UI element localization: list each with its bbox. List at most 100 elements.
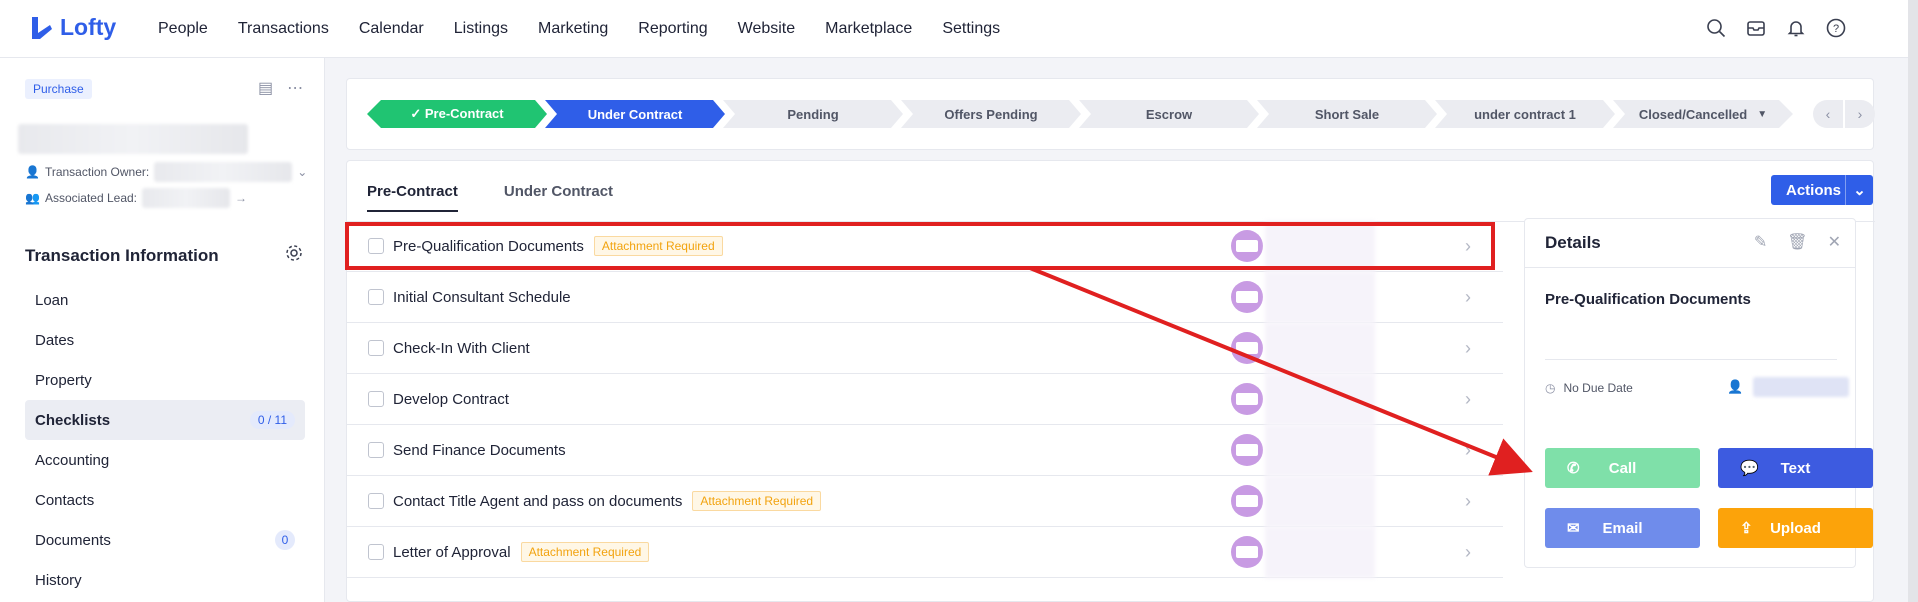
stage-under-contract-1[interactable]: under contract 1 [1435, 100, 1615, 128]
stage-under-contract[interactable]: Under Contract [545, 100, 725, 128]
chevron-down-icon[interactable]: ⌄ [297, 165, 307, 179]
chevron-right-icon[interactable]: › [1465, 491, 1471, 512]
tab-pre-contract[interactable]: Pre-Contract [367, 183, 458, 212]
help-icon[interactable]: ? [1824, 16, 1848, 40]
nav-item-website[interactable]: Website [738, 20, 796, 38]
details-title: Details [1545, 233, 1601, 252]
chevron-down-icon[interactable]: ⌄ [1845, 175, 1873, 205]
stage-pending[interactable]: Pending [723, 100, 903, 128]
avatar [1231, 383, 1263, 415]
nav-item-settings[interactable]: Settings [942, 20, 1000, 38]
upload-button[interactable]: ⇪ Upload [1718, 508, 1873, 548]
task-title: Initial Consultant Schedule [393, 288, 571, 306]
task-checkbox[interactable] [368, 391, 384, 407]
sidebar-item-contacts[interactable]: Contacts [25, 480, 305, 520]
sidebar-item-label: Property [35, 371, 92, 389]
stage-label: Closed/Cancelled [1638, 106, 1748, 122]
transaction-information-title: Transaction Information [25, 246, 219, 265]
table-row[interactable]: Send Finance Documents › [347, 425, 1503, 476]
task-title: Contact Title Agent and pass on document… [393, 492, 683, 510]
table-row[interactable]: Initial Consultant Schedule › [347, 272, 1503, 323]
lofty-logo-icon [32, 16, 52, 39]
nav-item-reporting[interactable]: Reporting [638, 20, 707, 38]
nav-item-people[interactable]: People [158, 20, 208, 38]
task-checkbox[interactable] [368, 493, 384, 509]
user-icon: 👤 [1727, 379, 1744, 394]
chevron-right-icon[interactable]: › [1465, 542, 1471, 563]
trash-icon[interactable]: 🗑 [1787, 232, 1807, 252]
chevron-right-icon[interactable]: › [1465, 338, 1471, 359]
gear-icon[interactable] [285, 244, 303, 267]
search-icon[interactable] [1704, 16, 1728, 40]
arrow-right-icon[interactable]: → [235, 191, 247, 205]
table-row[interactable]: Check-In With Client › [347, 323, 1503, 374]
sidebar-item-loan[interactable]: Loan [25, 280, 305, 320]
main-nav: People Transactions Calendar Listings Market… [158, 0, 1030, 58]
task-checkbox[interactable] [368, 442, 384, 458]
more-icon[interactable]: ⋯ [287, 78, 303, 98]
task-title-group: Develop Contract [393, 391, 509, 408]
task-checkbox[interactable] [368, 544, 384, 560]
avatar [1231, 332, 1263, 364]
svg-text:?: ? [1833, 23, 1839, 35]
chevron-left-icon[interactable]: ‹ [1813, 100, 1843, 128]
chevron-right-icon[interactable]: › [1465, 389, 1471, 410]
task-title: Send Finance Documents [393, 441, 566, 459]
sidebar-item-accounting[interactable]: Accounting [25, 440, 305, 480]
chevron-right-icon[interactable]: › [1465, 287, 1471, 308]
call-button[interactable]: ✆ Call [1545, 448, 1700, 488]
caret-down-icon[interactable]: ▼ [1757, 109, 1767, 120]
tab-under-contract[interactable]: Under Contract [504, 183, 613, 212]
stage-label: Pending [787, 106, 839, 122]
table-row[interactable]: Contact Title Agent and pass on document… [347, 476, 1503, 527]
text-label: Text [1780, 459, 1811, 477]
due-date[interactable]: ◷ No Due Date [1545, 381, 1633, 395]
stage-pre-contract[interactable]: ✓ Pre-Contract [367, 100, 547, 128]
assignee[interactable]: 👤 [1727, 377, 1850, 397]
email-button[interactable]: ✉ Email [1545, 508, 1700, 548]
task-title-group: Initial Consultant Schedule [393, 289, 571, 306]
nav-item-calendar[interactable]: Calendar [359, 20, 424, 38]
owner-value[interactable] [154, 162, 293, 182]
nav-item-transactions[interactable]: Transactions [238, 20, 329, 38]
stage-closed-cancelled[interactable]: Closed/Cancelled ▼ [1613, 100, 1793, 128]
stage-escrow[interactable]: Escrow [1079, 100, 1259, 128]
chevron-right-icon[interactable]: › [1845, 100, 1875, 128]
transaction-type-badge: Purchase [25, 79, 92, 99]
task-checkbox[interactable] [368, 289, 384, 305]
close-icon[interactable]: ✕ [1828, 232, 1841, 252]
sidebar-item-history[interactable]: History [25, 560, 305, 600]
text-button[interactable]: 💬 Text [1718, 448, 1873, 488]
table-row[interactable]: Develop Contract › [347, 374, 1503, 425]
sidebar-item-dates[interactable]: Dates [25, 320, 305, 360]
copy-icon[interactable]: ▤ [258, 78, 273, 98]
task-title: Develop Contract [393, 390, 509, 408]
actions-button[interactable]: Actions ⌄ [1771, 175, 1873, 205]
edit-icon[interactable]: ✎ [1754, 232, 1767, 252]
nav-item-listings[interactable]: Listings [454, 20, 508, 38]
sidebar-item-label: Accounting [35, 451, 110, 469]
lead-value[interactable] [142, 188, 231, 208]
stage-label: Offers Pending [944, 106, 1038, 122]
sidebar-item-property[interactable]: Property [25, 360, 305, 400]
stage-short-sale[interactable]: Short Sale [1257, 100, 1437, 128]
bell-icon[interactable] [1784, 16, 1808, 40]
stage-scroll-controls: ‹ › [1813, 100, 1875, 128]
task-detail-title: Pre-Qualification Documents [1545, 291, 1751, 308]
table-row[interactable]: Letter of Approval Attachment Required › [347, 527, 1503, 578]
sidebar-item-label: Loan [35, 291, 69, 309]
task-checkbox[interactable] [368, 340, 384, 356]
task-title: Check-In With Client [393, 339, 530, 357]
inbox-icon[interactable] [1744, 16, 1768, 40]
assignee-name [1265, 272, 1375, 323]
associated-lead-row: 👥 Associated Lead: → [25, 188, 247, 208]
chevron-right-icon[interactable]: › [1465, 440, 1471, 461]
sidebar-item-checklists[interactable]: Checklists 0 / 11 [25, 400, 305, 440]
nav-item-marketplace[interactable]: Marketplace [825, 20, 912, 38]
task-details-panel: Details ✎ 🗑 ✕ Pre-Qualification Document… [1524, 218, 1873, 568]
sidebar-item-documents[interactable]: Documents 0 [25, 520, 305, 560]
nav-item-marketing[interactable]: Marketing [538, 20, 608, 38]
stage-offers-pending[interactable]: Offers Pending [901, 100, 1081, 128]
lofty-logo[interactable]: Lofty [30, 14, 116, 41]
assignee-name [1265, 425, 1375, 476]
